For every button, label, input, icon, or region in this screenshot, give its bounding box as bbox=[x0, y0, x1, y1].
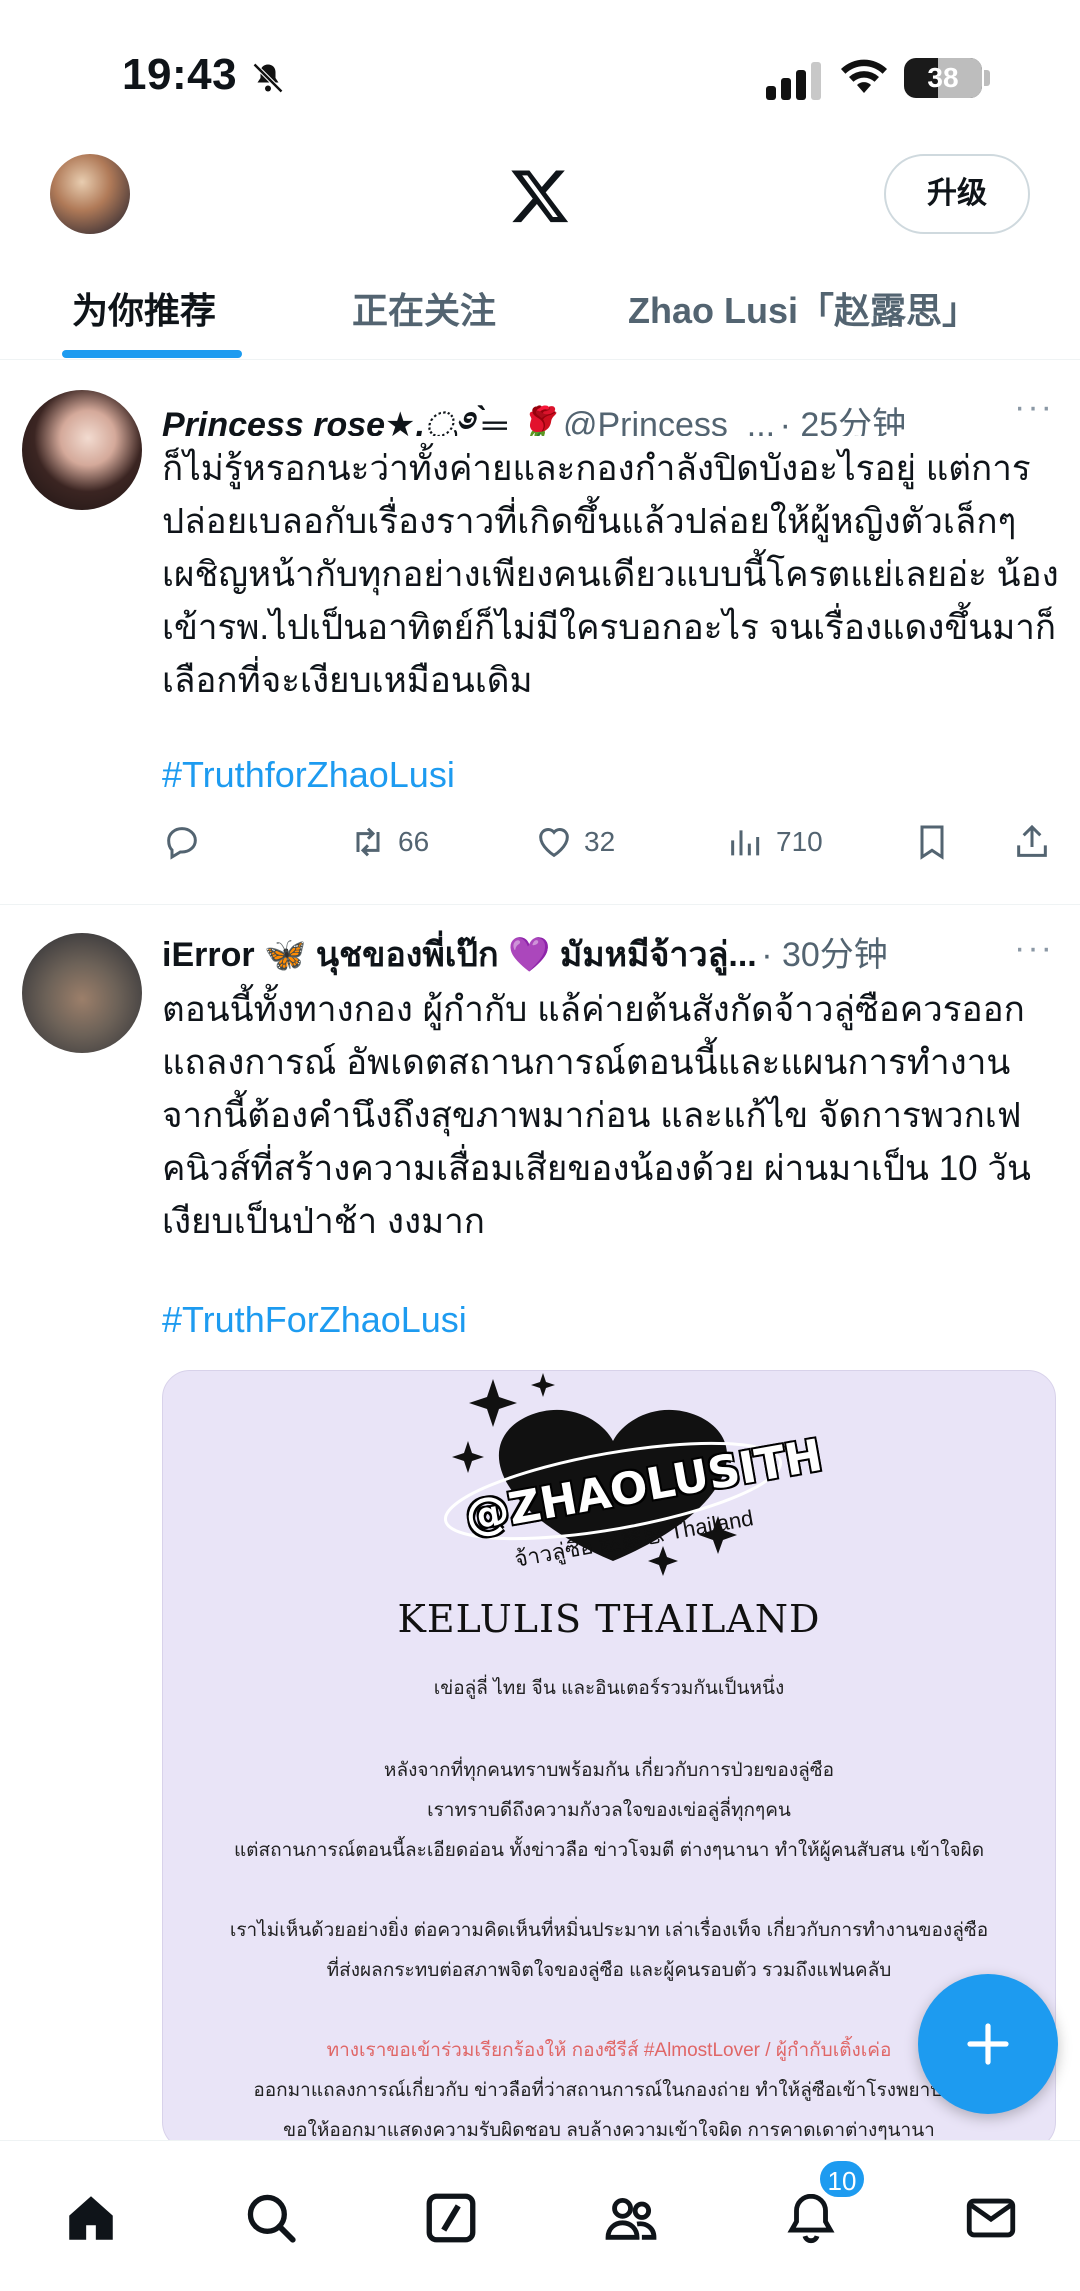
mail-icon bbox=[966, 2198, 1016, 2238]
nav-home[interactable] bbox=[62, 2189, 120, 2247]
author-name[interactable]: iError 🦋 นุชของพี่เป๊ก 💜 มัมหมีจ้าวลู่..… bbox=[162, 936, 757, 974]
hashtag-link[interactable]: #TruthForZhaoLusi bbox=[162, 1299, 467, 1341]
media-line: ที่ส่งผลกระทบต่อสภาพจิตใจของลู่ซือ และผู… bbox=[326, 1960, 892, 1981]
search-icon bbox=[247, 2194, 296, 2243]
author-avatar[interactable] bbox=[22, 390, 142, 510]
nav-grok[interactable] bbox=[422, 2189, 480, 2247]
like-button[interactable]: 32 bbox=[534, 822, 615, 862]
media-line: ทางเราขอเข้าร่วมเรียกร้องให้ กองซีรีส์ #… bbox=[326, 2040, 892, 2061]
author-handle[interactable]: @Princess_... bbox=[563, 406, 775, 436]
battery-tip bbox=[984, 70, 990, 86]
post-header: Princess rose★.ೃ࿔ ̗̀═ 🌹 @Princess_... · … bbox=[162, 386, 1060, 436]
active-tab-indicator bbox=[62, 350, 242, 358]
post-header: iError 🦋 นุชของพี่เป๊ก 💜 มัมหมีจ้าวลู่..… bbox=[162, 927, 1060, 977]
retweet-icon bbox=[356, 827, 380, 857]
notification-badge: 10 bbox=[818, 2159, 866, 2199]
plus-icon bbox=[967, 2023, 1009, 2065]
nav-messages[interactable] bbox=[962, 2189, 1020, 2247]
post-time: · 25分钟 bbox=[779, 406, 907, 436]
bottom-nav: 10 bbox=[0, 2140, 1080, 2291]
bookmark-icon bbox=[920, 825, 944, 860]
grok-icon bbox=[426, 2193, 476, 2243]
heart-icon bbox=[539, 828, 569, 858]
home-icon bbox=[69, 2196, 113, 2240]
reply-icon bbox=[167, 827, 197, 860]
x-logo-icon bbox=[511, 170, 569, 223]
wifi-icon bbox=[841, 59, 887, 93]
post-time: · 30分钟 bbox=[761, 936, 888, 974]
retweet-button[interactable]: 66 bbox=[348, 822, 429, 862]
share-icon bbox=[1017, 824, 1047, 857]
battery-level: 38 bbox=[927, 62, 959, 93]
more-options-icon[interactable]: ··· bbox=[1014, 388, 1054, 427]
media-line: หลังจากที่ทุกคนทราบพร้อมกัน เกี่ยวกับการ… bbox=[383, 1760, 835, 1781]
compose-button[interactable] bbox=[918, 1974, 1058, 2114]
signal-icon bbox=[766, 62, 821, 100]
communities-icon bbox=[605, 2197, 657, 2240]
media-line: ออกมาแถลงการณ์เกี่ยวกับ ข่าวลือที่ว่าสถา… bbox=[253, 2080, 965, 2101]
share-button[interactable] bbox=[1012, 822, 1062, 862]
media-line: เข่อลู่ลี่ ไทย จีน และอินเตอร์รวมกันเป็น… bbox=[433, 1678, 785, 1699]
tab-zhao-lusi[interactable]: Zhao Lusi「赵露思」 bbox=[628, 282, 978, 334]
media-line: เราทราบดีถึงความกังวลใจของเข่อลู่ลี่ทุกๆ… bbox=[427, 1800, 791, 1821]
profile-avatar[interactable] bbox=[50, 154, 130, 234]
retweet-count: 66 bbox=[398, 826, 430, 857]
reply-button[interactable] bbox=[162, 822, 212, 862]
nav-search[interactable] bbox=[242, 2189, 300, 2247]
battery-icon: 38 bbox=[904, 58, 982, 98]
views-icon bbox=[731, 830, 760, 856]
bell-off-icon bbox=[252, 62, 284, 94]
media-line: แต่สถานการณ์ตอนนี้ละเอียดอ่อน ทั้งข่าวลื… bbox=[233, 1840, 985, 1861]
nav-communities[interactable] bbox=[602, 2189, 660, 2247]
post-text: ตอนนี้ทั้งทางกอง ผู้กำกับ แล้ค่ายต้นสังก… bbox=[162, 990, 1031, 1241]
post-actions: 66 32 710 bbox=[162, 822, 1062, 872]
post-text: ก็ไม่รู้หรอกนะว่าทั้งค่ายและกองกำลังปิดบ… bbox=[162, 449, 1059, 700]
top-header: 升级 bbox=[0, 140, 1080, 260]
media-line: เราไม่เห็นด้วยอย่างยิ่ง ต่อความคิดเห็นที… bbox=[229, 1920, 989, 1941]
more-options-icon[interactable]: ··· bbox=[1014, 929, 1054, 968]
author-avatar[interactable] bbox=[22, 933, 142, 1053]
like-count: 32 bbox=[584, 826, 616, 857]
tab-for-you[interactable]: 为你推荐 bbox=[72, 282, 216, 334]
post[interactable]: Princess rose★.ೃ࿔ ̗̀═ 🌹 @Princess_... · … bbox=[0, 360, 1080, 904]
status-bar: 19:43 38 bbox=[0, 0, 1080, 140]
views-button[interactable]: 710 bbox=[726, 822, 823, 862]
views-count: 710 bbox=[776, 826, 823, 857]
tab-following[interactable]: 正在关注 bbox=[352, 282, 496, 334]
author-name[interactable]: Princess rose★.ೃ࿔ ̗̀═ 🌹 bbox=[162, 406, 559, 436]
media-title: KELULIS THAILAND bbox=[397, 1597, 821, 1641]
bookmark-button[interactable] bbox=[912, 822, 962, 862]
status-time: 19:43 bbox=[122, 50, 238, 99]
timeline-tabs: 为你推荐 正在关注 Zhao Lusi「赵露思」 bbox=[0, 262, 1080, 360]
hashtag-link[interactable]: #TruthforZhaoLusi bbox=[162, 754, 455, 796]
upgrade-button[interactable]: 升级 bbox=[884, 154, 1030, 234]
